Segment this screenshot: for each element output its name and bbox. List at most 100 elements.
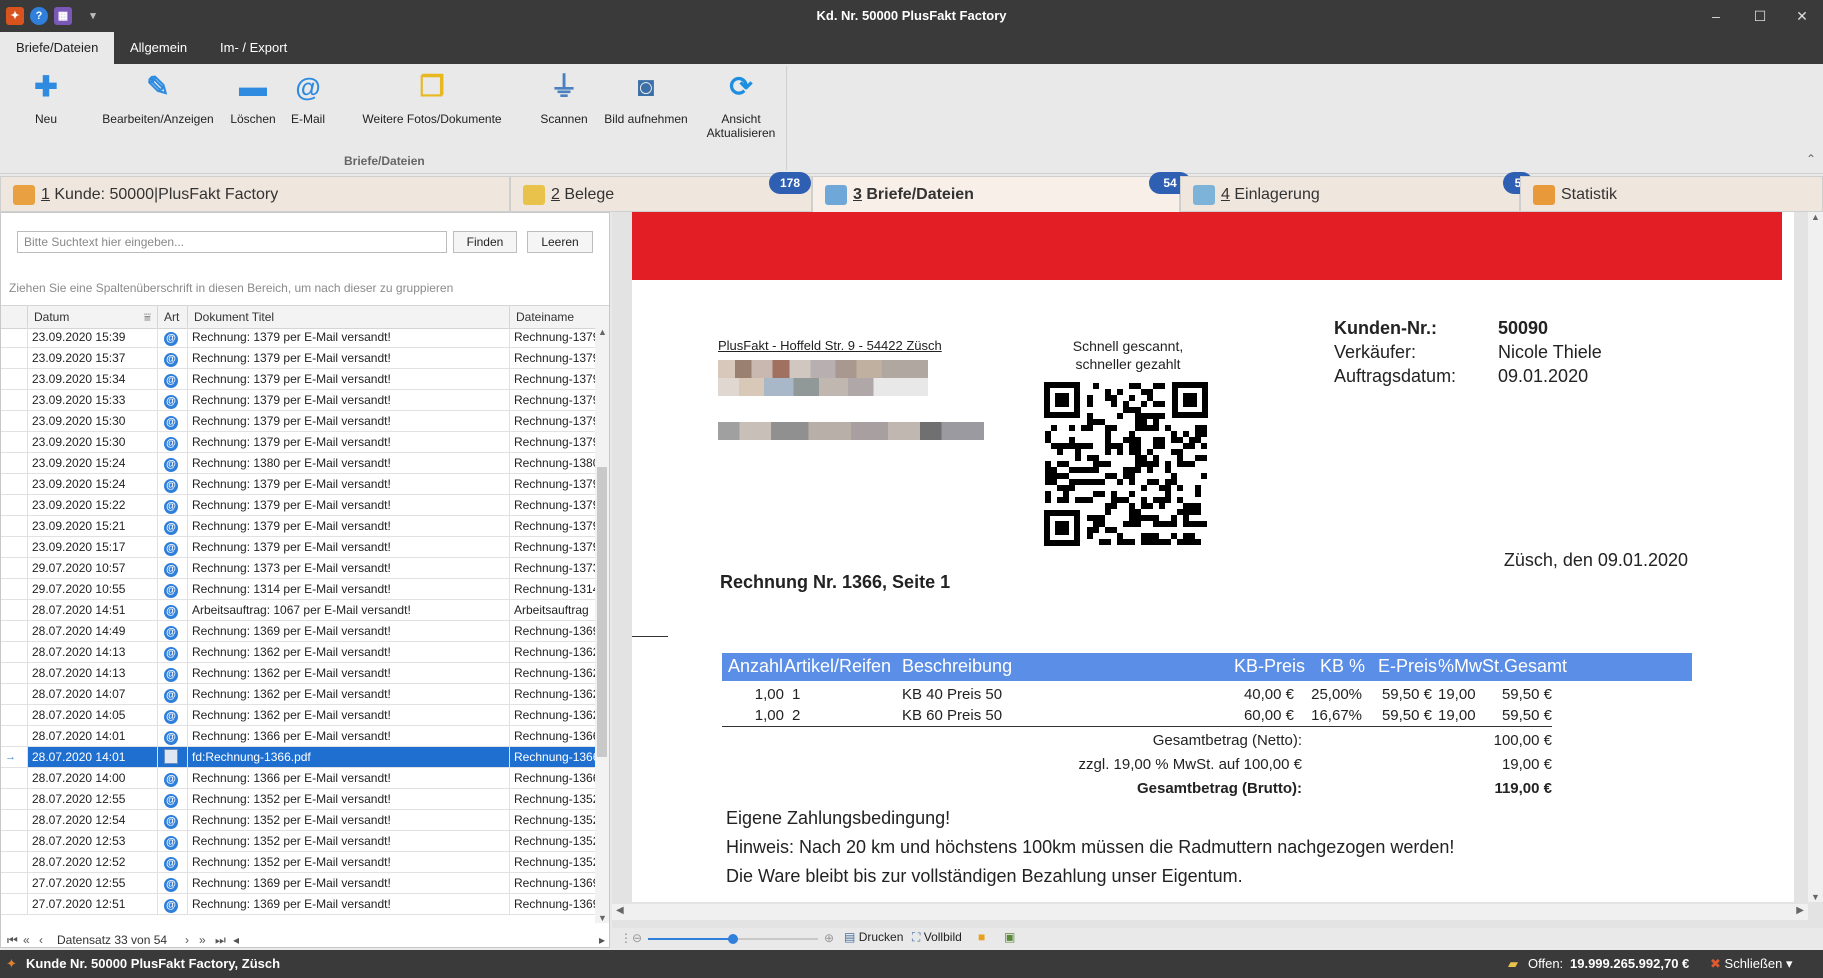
table-row[interactable]: 28.07.2020 14:51 @ Arbeitsauftrag: 1067 pe… [1,600,595,621]
table-row[interactable]: 29.07.2020 10:55 @ Rechnung: 1314 per E-Ma… [1,579,595,600]
table-row[interactable]: 23.09.2020 15:21 @ Rechnung: 1379 per E-Ma… [1,516,595,537]
zoom-in-icon[interactable]: ⊕ [824,931,834,945]
cell-type: @ [157,369,187,389]
ribbon-tab-import-export[interactable]: Im- / Export [204,32,303,64]
close-menu-button[interactable]: ✖ Schließen ▾ [1710,956,1792,972]
refresh-view-button[interactable]: ⟳ Ansicht Aktualisieren [700,70,782,140]
email-icon: @ [164,836,178,850]
table-row[interactable]: 28.07.2020 14:05 @ Rechnung: 1362 per E-Ma… [1,705,595,726]
ribbon-tab-briefe-dateien[interactable]: Briefe/Dateien [0,32,115,64]
tab-belege[interactable]: 2 Belege 178 [510,172,812,212]
delete-button[interactable]: ▬ Löschen [226,70,280,126]
table-row[interactable]: 23.09.2020 15:33 @ Rechnung: 1379 per E-Ma… [1,390,595,411]
table-row[interactable]: 28.07.2020 14:49 @ Rechnung: 1369 per E-Ma… [1,621,595,642]
table-row[interactable]: 28.07.2020 14:13 @ Rechnung: 1362 per E-Ma… [1,663,595,684]
cell-title: Rechnung: 1379 per E-Mail versandt! [187,537,509,557]
cell-title: Rechnung: 1380 per E-Mail versandt! [187,453,509,473]
tab-statistik[interactable]: Statistik [1520,176,1823,212]
scroll-up-icon[interactable]: ▲ [598,327,607,337]
table-row[interactable]: 28.07.2020 12:52 @ Rechnung: 1352 per E-Ma… [1,852,595,873]
column-header-titel[interactable]: Dokument Titel [187,306,509,328]
col-beschreibung: Beschreibung [902,656,1013,676]
table-row[interactable]: 23.09.2020 15:30 @ Rechnung: 1379 per E-Ma… [1,411,595,432]
doc-scroll-up-icon[interactable]: ▲ [1811,212,1820,222]
tab-einlagerung[interactable]: 4 Einlagerung 5 [1180,172,1533,212]
table-row[interactable]: 23.09.2020 15:17 @ Rechnung: 1379 per E-Ma… [1,537,595,558]
column-header-art[interactable]: Art [157,306,187,328]
items-separator [722,726,1552,727]
document-vertical-scrollbar[interactable]: ▲ ▼ [1808,212,1823,902]
print-button[interactable]: ▤ Drucken [844,930,903,944]
more-photos-documents-button[interactable]: ❒ Weitere Fotos/Dokumente [350,70,514,126]
edit-view-button[interactable]: ✎ Bearbeiten/Anzeigen [96,70,220,126]
column-header-dateiname[interactable]: Dateiname [509,306,609,328]
table-row[interactable]: 29.07.2020 10:57 @ Rechnung: 1373 per E-Ma… [1,558,595,579]
doc-scroll-down-icon[interactable]: ▼ [1811,892,1820,902]
fullscreen-button[interactable]: ⛶ Vollbild [912,930,962,945]
doc-scroll-right-icon[interactable]: ▶ [1796,905,1804,916]
table-row[interactable]: 28.07.2020 12:53 @ Rechnung: 1352 per E-Ma… [1,831,595,852]
scan-button[interactable]: ⏚ Scannen [536,70,592,126]
table-row[interactable]: 28.07.2020 14:00 @ Rechnung: 1366 per E-Ma… [1,768,595,789]
close-icon[interactable]: ✕ [1782,4,1822,28]
doc-scroll-left-icon[interactable]: ◀ [616,905,624,916]
maximize-icon[interactable]: ☐ [1740,4,1780,28]
tab-briefe-number: 3 [853,186,862,203]
next-page-icon[interactable]: » [199,933,206,947]
hscroll-left-icon[interactable]: ◂ [233,933,239,947]
hscroll-right-icon[interactable]: ▸ [599,933,605,947]
zoom-slider[interactable] [648,934,818,944]
folder-icon[interactable]: ■ [978,930,985,944]
last-record-icon[interactable]: ⏭ [215,933,226,948]
table-row[interactable]: 28.07.2020 12:55 @ Rechnung: 1352 per E-Ma… [1,789,595,810]
table-row[interactable]: 23.09.2020 15:34 @ Rechnung: 1379 per E-Ma… [1,369,595,390]
email-button[interactable]: @ E-Mail [286,70,330,126]
prev-record-icon[interactable]: ‹ [39,933,43,947]
table-row[interactable]: 23.09.2020 15:39 @ Rechnung: 1379 per E-Ma… [1,327,595,348]
money-icon: ▰ [1508,956,1518,971]
grid-vertical-scrollbar[interactable]: ▲ ▼ [595,327,609,923]
table-row[interactable]: 23.09.2020 15:37 @ Rechnung: 1379 per E-Ma… [1,348,595,369]
table-row[interactable]: 23.09.2020 15:30 @ Rechnung: 1379 per E-Ma… [1,432,595,453]
scan-hint-line-2: schneller gezahlt [1075,356,1181,372]
first-record-icon[interactable]: ⏮ [7,933,18,948]
zoom-slider-thumb[interactable] [728,934,738,944]
cell-filename: Rechnung-1379 [509,537,595,557]
table-row[interactable]: 28.07.2020 14:07 @ Rechnung: 1362 per E-Ma… [1,684,595,705]
table-row[interactable]: 28.07.2020 12:54 @ Rechnung: 1352 per E-Ma… [1,810,595,831]
filter-icon[interactable]: ⩸ [144,306,151,328]
prev-page-icon[interactable]: « [23,933,30,947]
ribbon-tab-allgemein[interactable]: Allgemein [114,32,203,64]
scroll-down-icon[interactable]: ▼ [598,913,607,923]
table-row[interactable]: → 28.07.2020 14:01 fd:Rechnung-1366.pdf Rec… [1,747,595,768]
table-row[interactable]: 23.09.2020 15:24 @ Rechnung: 1380 per E-Ma… [1,453,595,474]
tab-briefe-dateien[interactable]: 3 Briefe/Dateien 54 [812,172,1191,212]
search-input[interactable]: Bitte Suchtext hier eingeben... [17,231,447,253]
collapse-ribbon-icon[interactable]: ⌃ [1806,152,1816,166]
customer-icon [13,185,35,205]
table-row[interactable]: 28.07.2020 14:13 @ Rechnung: 1362 per E-Ma… [1,642,595,663]
zoom-out-icon[interactable]: ⊖ [632,931,642,945]
place-date: Züsch, den 09.01.2020 [1503,550,1688,570]
table-row[interactable]: 27.07.2020 12:55 @ Rechnung: 1369 per E-Ma… [1,873,595,894]
minimize-icon[interactable]: – [1696,4,1736,28]
table-row[interactable]: 27.07.2020 12:51 @ Rechnung: 1369 per E-Ma… [1,894,595,915]
table-row[interactable]: 23.09.2020 15:24 @ Rechnung: 1379 per E-Ma… [1,474,595,495]
table-row[interactable]: 23.09.2020 15:22 @ Rechnung: 1379 per E-Ma… [1,495,595,516]
scrollbar-thumb[interactable] [597,467,607,757]
column-header-datum[interactable]: Datum ⩸ [27,306,157,328]
table-row[interactable]: 28.07.2020 14:01 @ Rechnung: 1366 per E-Ma… [1,726,595,747]
export-icon[interactable]: ▣ [1004,930,1015,944]
refresh-view-label: Ansicht [721,112,761,126]
new-button[interactable]: ✚ Neu [22,70,70,126]
document-horizontal-scrollbar[interactable]: ◀ ▶ [612,904,1808,920]
find-button[interactable]: Finden [453,231,517,253]
take-picture-button[interactable]: ◙ Bild aufnehmen [600,70,692,126]
tab-customer[interactable]: 1 Kunde: 50000|PlusFakt Factory [0,176,510,212]
cell-type: @ [157,831,187,851]
clear-button[interactable]: Leeren [527,231,593,253]
cell-type: @ [157,411,187,431]
cell-title: Rechnung: 1369 per E-Mail versandt! [187,894,509,914]
next-record-icon[interactable]: › [185,933,189,947]
row-indicator [1,684,27,704]
